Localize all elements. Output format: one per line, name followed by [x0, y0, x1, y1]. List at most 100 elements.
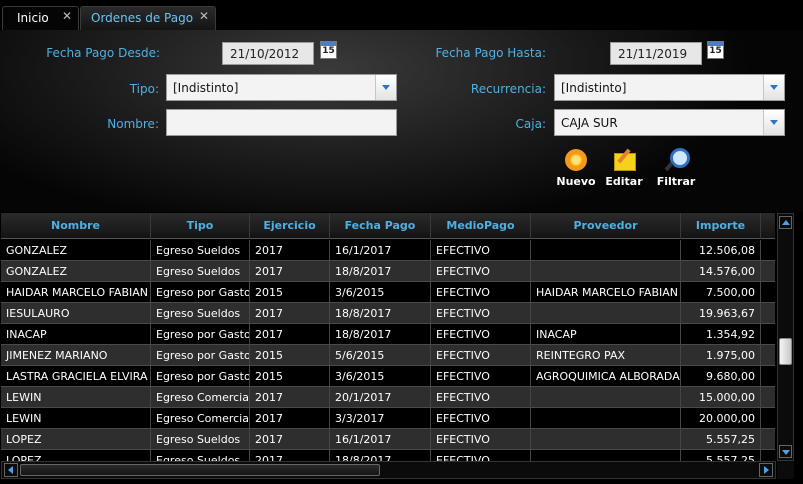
- fecha-hasta-field[interactable]: 21/11/2019: [610, 42, 702, 65]
- scroll-down-icon[interactable]: [779, 445, 792, 458]
- ordenes-grid: Nombre Tipo Ejercicio Fecha Pago MedioPa…: [0, 213, 803, 484]
- cell-fecha-pago: 18/8/2017: [330, 261, 431, 282]
- calendar-icon[interactable]: 15: [707, 41, 724, 59]
- recurrencia-select[interactable]: [Indistinto]: [554, 74, 785, 101]
- cell-nombre: LEWIN: [1, 408, 151, 429]
- cell-nombre: IESULAURO: [1, 303, 151, 324]
- recurrencia-value: [Indistinto]: [561, 81, 627, 95]
- cell-proveedor: [531, 429, 681, 450]
- cell-ejercicio: 2017: [250, 240, 330, 261]
- cell-ejercicio: 2015: [250, 345, 330, 366]
- cell-fecha-pago: 3/6/2015: [330, 282, 431, 303]
- table-row[interactable]: LOPEZ Egreso Sueldos 2017 16/1/2017 EFECTIVO…: [1, 429, 775, 450]
- cell-importe: 7.500,00: [681, 282, 761, 303]
- tipo-label: Tipo:: [129, 82, 159, 96]
- cell-fecha-pago: 3/6/2015: [330, 366, 431, 387]
- cell-tipo: Egreso por Gastos: [151, 366, 250, 387]
- vertical-scrollbar[interactable]: [777, 213, 794, 461]
- tipo-select[interactable]: [Indistinto]: [166, 74, 397, 101]
- table-row[interactable]: LASTRA GRACIELA ELVIRA Egreso por Gastos 2…: [1, 366, 775, 387]
- chevron-down-icon[interactable]: [763, 75, 784, 100]
- tab-ordenes-de-pago[interactable]: Ordenes de Pago ✕: [80, 6, 216, 30]
- editar-button[interactable]: Editar: [604, 148, 644, 188]
- cell-tipo: Egreso por Gastos: [151, 324, 250, 345]
- column-header-nombre[interactable]: Nombre: [1, 213, 151, 239]
- cell-medio-pago: EFECTIVO: [431, 387, 531, 408]
- cell-proveedor: INACAP: [531, 324, 681, 345]
- column-header-ejercicio[interactable]: Ejercicio: [250, 213, 330, 239]
- cell-tipo: Egreso Comercial: [151, 387, 250, 408]
- column-header-tipo[interactable]: Tipo: [151, 213, 250, 239]
- cell-importe: 5.557,25: [681, 429, 761, 450]
- scroll-corner: [777, 461, 794, 479]
- gear-icon: [564, 148, 588, 172]
- table-row[interactable]: HAIDAR MARCELO FABIAN Egreso por Gastos 20…: [1, 282, 775, 303]
- caja-select[interactable]: CAJA SUR: [554, 109, 785, 136]
- filter-panel: Fecha Pago Desde: 21/10/2012 15 Fecha Pa…: [0, 30, 803, 212]
- nombre-input[interactable]: [166, 109, 397, 136]
- cell-ejercicio: 2017: [250, 408, 330, 429]
- cell-proveedor: [531, 387, 681, 408]
- cell-importe: 1.354,92: [681, 324, 761, 345]
- cell-tipo: Egreso Sueldos: [151, 429, 250, 450]
- fecha-desde-label: Fecha Pago Desde:: [46, 46, 160, 60]
- column-header-medio-pago[interactable]: MedioPago: [431, 213, 531, 239]
- scroll-thumb[interactable]: [779, 338, 792, 365]
- editar-label: Editar: [605, 175, 643, 188]
- filtrar-button[interactable]: Filtrar: [656, 148, 696, 188]
- table-row[interactable]: GONZALEZ Egreso Sueldos 2017 18/8/2017 EFECT…: [1, 261, 775, 282]
- cell-proveedor: AGROQUIMICA ALBORADA S: [531, 366, 681, 387]
- cell-importe: 20.000,00: [681, 408, 761, 429]
- table-row[interactable]: IESULAURO Egreso Sueldos 2017 18/8/2017 EFEC…: [1, 303, 775, 324]
- cell-importe: 1.975,00: [681, 345, 761, 366]
- horizontal-scrollbar[interactable]: [1, 461, 776, 479]
- table-row[interactable]: INACAP Egreso por Gastos 2017 18/8/2017 EFEC…: [1, 324, 775, 345]
- fecha-desde-field[interactable]: 21/10/2012: [222, 42, 314, 65]
- cell-medio-pago: EFECTIVO: [431, 282, 531, 303]
- scroll-left-icon[interactable]: [4, 463, 18, 477]
- cell-proveedor: REINTEGRO PAX: [531, 345, 681, 366]
- calendar-icon[interactable]: 15: [320, 41, 337, 59]
- cell-importe: 12.506,08: [681, 240, 761, 261]
- table-row[interactable]: GONZALEZ Egreso Sueldos 2017 16/1/2017 EFECT…: [1, 240, 775, 261]
- cell-ejercicio: 2015: [250, 366, 330, 387]
- cell-fecha-pago: 18/8/2017: [330, 303, 431, 324]
- cell-nombre: GONZALEZ: [1, 240, 151, 261]
- caja-value: CAJA SUR: [561, 116, 618, 130]
- recurrencia-label: Recurrencia:: [470, 82, 546, 96]
- cell-fecha-pago: 16/1/2017: [330, 429, 431, 450]
- cell-ejercicio: 2017: [250, 429, 330, 450]
- close-icon[interactable]: ✕: [62, 9, 72, 23]
- cell-medio-pago: EFECTIVO: [431, 261, 531, 282]
- nuevo-button[interactable]: Nuevo: [556, 148, 596, 188]
- cell-nombre: INACAP: [1, 324, 151, 345]
- chevron-down-icon[interactable]: [763, 110, 784, 135]
- close-icon[interactable]: ✕: [199, 9, 209, 23]
- scroll-thumb[interactable]: [20, 464, 380, 476]
- cell-fecha-pago: 16/1/2017: [330, 240, 431, 261]
- nombre-label: Nombre:: [107, 117, 159, 131]
- cell-importe: 15.000,00: [681, 387, 761, 408]
- column-header-proveedor[interactable]: Proveedor: [531, 213, 681, 239]
- cell-ejercicio: 2015: [250, 282, 330, 303]
- pencil-icon: [612, 148, 636, 172]
- cell-medio-pago: EFECTIVO: [431, 429, 531, 450]
- scroll-right-icon[interactable]: [759, 463, 773, 477]
- cell-tipo: Egreso Sueldos: [151, 240, 250, 261]
- table-row[interactable]: LEWIN Egreso Comercial 2017 3/3/2017 EFECTIV…: [1, 408, 775, 429]
- cell-ejercicio: 2017: [250, 261, 330, 282]
- cell-proveedor: [531, 261, 681, 282]
- cell-medio-pago: EFECTIVO: [431, 324, 531, 345]
- cell-nombre: JIMENEZ MARIANO: [1, 345, 151, 366]
- grid-body: GONZALEZ Egreso Sueldos 2017 16/1/2017 EFECT…: [1, 240, 775, 474]
- cell-medio-pago: EFECTIVO: [431, 303, 531, 324]
- cell-proveedor: [531, 303, 681, 324]
- table-row[interactable]: JIMENEZ MARIANO Egreso por Gastos 2015 5/6/…: [1, 345, 775, 366]
- tab-inicio[interactable]: Inicio ✕: [2, 6, 79, 30]
- table-row[interactable]: LEWIN Egreso Comercial 2017 20/1/2017 EFECTI…: [1, 387, 775, 408]
- chevron-down-icon[interactable]: [375, 75, 396, 100]
- column-header-fecha-pago[interactable]: Fecha Pago: [330, 213, 431, 239]
- column-header-importe[interactable]: Importe: [681, 213, 761, 239]
- cell-medio-pago: EFECTIVO: [431, 345, 531, 366]
- scroll-up-icon[interactable]: [779, 216, 792, 229]
